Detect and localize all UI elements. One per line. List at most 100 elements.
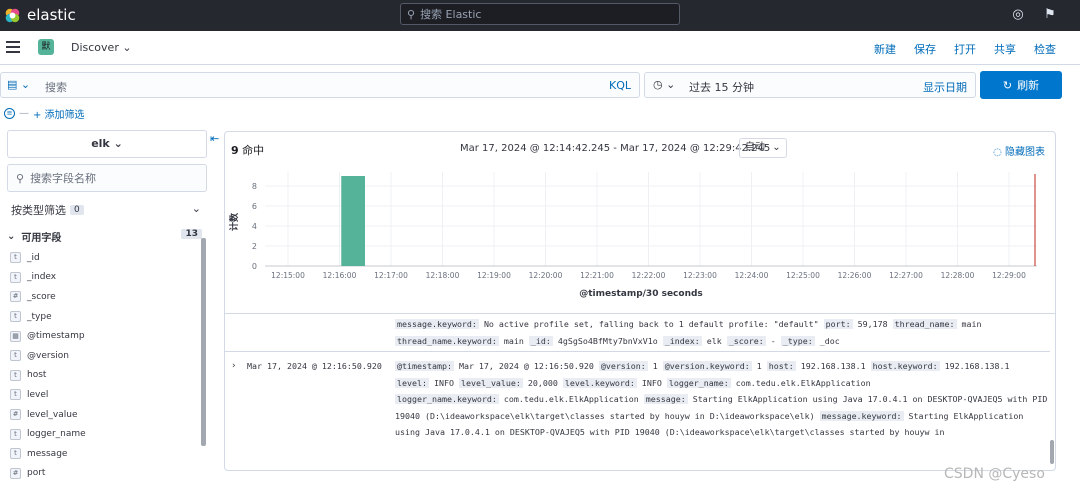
refresh-label: 刷新: [1017, 79, 1040, 92]
field-search-placeholder: 搜索字段名称: [30, 172, 97, 185]
doc-field-value: using Java 17.0.4.1 on DESKTOP-QVAJEQ5 w…: [395, 427, 945, 437]
help-icon[interactable]: ◎: [1010, 7, 1026, 23]
query-input[interactable]: ▤ ⌄ 搜索 KQL: [0, 72, 640, 98]
breadcrumb-discover[interactable]: Discover ⌄: [71, 41, 132, 54]
filter-separator: —: [19, 108, 29, 119]
field-item[interactable]: t _id: [10, 248, 200, 268]
app-title: Discover: [71, 41, 119, 54]
doc-field-key: port:: [823, 319, 853, 329]
collapse-sidebar-icon[interactable]: ⇤: [210, 132, 219, 145]
field-name: _type: [27, 311, 52, 322]
doc-field-key: thread_name:: [892, 319, 957, 329]
field-name: _id: [27, 252, 40, 263]
doc-field-key: host:: [766, 361, 796, 371]
doc-field-key: _type:: [780, 335, 815, 346]
field-item[interactable]: ▦ @timestamp: [10, 326, 200, 346]
refresh-icon: ↻: [1002, 78, 1013, 92]
save-button[interactable]: 保存: [914, 41, 936, 57]
x-tick-label: 12:20:00: [529, 271, 563, 280]
field-item[interactable]: t level: [10, 385, 200, 405]
expand-row-icon[interactable]: ›: [231, 361, 236, 371]
open-button[interactable]: 打开: [954, 41, 976, 57]
results-scrollbar[interactable]: [1050, 440, 1054, 464]
filter-options-icon[interactable]: ≡: [4, 108, 15, 119]
doc-field-value: 20,000: [527, 377, 558, 388]
available-fields-header[interactable]: ⌄ 可用字段 13: [7, 228, 204, 244]
global-search-input[interactable]: ⚲ 搜索 Elastic: [400, 3, 680, 25]
field-item[interactable]: t message: [10, 444, 200, 464]
add-filter-link[interactable]: + 添加筛选: [33, 106, 85, 121]
sidebar-scrollbar[interactable]: [201, 238, 206, 446]
field-item[interactable]: t _index: [10, 268, 200, 288]
x-tick-label: 12:25:00: [786, 271, 820, 280]
field-item[interactable]: t logger_name: [10, 424, 200, 444]
new-button[interactable]: 新建: [874, 41, 896, 57]
notifications-icon[interactable]: ⚑: [1042, 7, 1058, 23]
field-name: message: [27, 448, 68, 459]
doc-field-key: @timestamp:: [395, 361, 454, 371]
x-tick-label: 12:26:00: [838, 271, 872, 280]
interval-value: 自动: [745, 142, 765, 153]
doc-field-key: level_value:: [458, 377, 523, 388]
row-separator: [225, 351, 1050, 352]
interval-select[interactable]: 自动 ⌄: [739, 138, 787, 158]
x-tick-label: 12:19:00: [477, 271, 511, 280]
histogram-time-range: Mar 17, 2024 @ 12:14:42.245 - Mar 17, 20…: [460, 143, 771, 154]
index-pattern-selector[interactable]: elk ⌄: [7, 130, 207, 158]
menu-icon[interactable]: [6, 41, 20, 53]
results-panel: 9 命中 Mar 17, 2024 @ 12:14:42.245 - Mar 1…: [224, 131, 1056, 471]
space-avatar[interactable]: 默: [38, 39, 54, 55]
doc-field-value: com.tedu.elk.ElkApplication: [735, 377, 871, 388]
saved-query-icon[interactable]: ▤ ⌄: [7, 78, 30, 91]
x-tick-label: 12:27:00: [889, 271, 923, 280]
field-item[interactable]: t host: [10, 366, 200, 386]
field-item[interactable]: # level_value: [10, 405, 200, 425]
refresh-button[interactable]: ↻ 刷新: [980, 71, 1062, 99]
doc-field-key: @version:: [598, 361, 648, 371]
hide-chart-button[interactable]: ◌ 隐藏图表: [993, 143, 1045, 158]
calendar-icon[interactable]: ◷ ⌄: [653, 78, 675, 91]
chevron-down-icon: ⌄: [122, 41, 132, 54]
query-bar: ▤ ⌄ 搜索 KQL ◷ ⌄ 过去 15 分钟 显示日期 ↻ 刷新: [0, 70, 1080, 102]
search-icon: ⚲: [16, 171, 25, 185]
doc-field-value: 192.168.138.1: [800, 361, 866, 371]
field-item[interactable]: # port: [10, 464, 200, 484]
doc-line: message.keyword: No active profile set, …: [395, 316, 1045, 333]
kql-toggle[interactable]: KQL: [609, 79, 631, 92]
time-picker[interactable]: ◷ ⌄ 过去 15 分钟 显示日期: [644, 72, 976, 98]
field-name: host: [27, 370, 47, 381]
field-sidebar: elk ⌄ ⇤ ⚲ 搜索字段名称 按类型筛选 0 ⌄ ⌄ 可用字段 13 t _i…: [0, 128, 219, 494]
doc-field-key: level.keyword:: [562, 377, 637, 388]
y-tick-label: 6: [252, 202, 257, 211]
doc-source-previous: message.keyword: No active profile set, …: [395, 316, 1045, 349]
number-type-icon: #: [10, 409, 21, 421]
share-button[interactable]: 共享: [994, 41, 1016, 57]
brand-name: elastic: [27, 6, 76, 24]
field-search-input[interactable]: ⚲ 搜索字段名称: [7, 164, 207, 192]
field-item[interactable]: t @version: [10, 346, 200, 366]
doc-field-value: _doc: [819, 335, 840, 346]
doc-field-value: main: [961, 319, 982, 329]
hits-label: 命中: [242, 144, 265, 157]
x-axis-label: @timestamp/30 seconds: [579, 289, 703, 299]
doc-field-value: 1: [756, 361, 762, 371]
doc-line: level: INFO level_value: 20,000 level.ke…: [395, 375, 1045, 392]
doc-field-value: -: [770, 335, 781, 346]
field-name: _score: [27, 291, 56, 302]
elastic-logo[interactable]: elastic: [4, 6, 76, 24]
doc-field-key: _index:: [662, 335, 702, 346]
x-tick-label: 12:15:00: [271, 271, 305, 280]
watermark: CSDN @Cyeso: [944, 466, 1045, 482]
y-tick-label: 2: [252, 242, 257, 251]
field-item[interactable]: t _type: [10, 307, 200, 327]
type-filter-count: 0: [70, 205, 84, 215]
show-dates-link[interactable]: 显示日期: [923, 79, 967, 95]
filter-by-type[interactable]: 按类型筛选 0 ⌄: [7, 198, 207, 222]
inspect-button[interactable]: 检查: [1034, 41, 1056, 57]
y-axis-label: 计数: [228, 212, 240, 231]
number-type-icon: #: [10, 291, 21, 303]
field-item[interactable]: # _score: [10, 287, 200, 307]
doc-field-value: 192.168.138.1: [944, 361, 1010, 371]
y-tick-label: 4: [252, 222, 257, 231]
doc-field-value: Starting ElkApplication: [908, 410, 1024, 421]
